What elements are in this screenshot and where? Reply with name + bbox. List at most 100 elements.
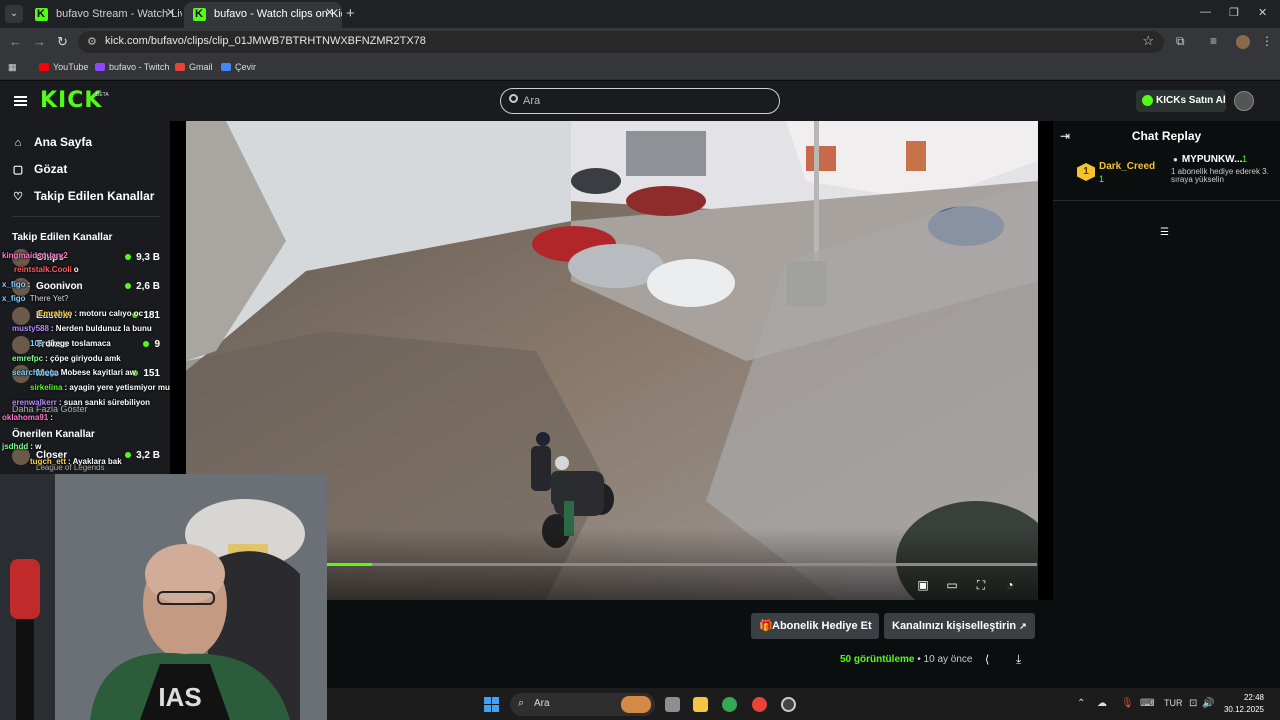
chat-header: ⇥ Chat Replay xyxy=(1053,121,1280,151)
view-count: 50 xyxy=(840,654,852,665)
overlay-msg: : w xyxy=(30,442,42,451)
kick-favicon-icon xyxy=(35,2,48,26)
miniplayer-icon[interactable]: ▣ xyxy=(916,578,930,592)
overlay-user: x_figo xyxy=(2,294,26,303)
media-icon[interactable]: ≡ xyxy=(1210,34,1217,48)
back-icon[interactable]: ← xyxy=(9,34,22,49)
overlay-user: erenwalkerr xyxy=(12,398,57,407)
view-label: görüntüleme xyxy=(853,654,915,665)
site-header: KICK BETA Ara KICKs Satın Al xyxy=(0,81,1280,121)
tab-close-icon[interactable]: ✕ xyxy=(166,6,175,19)
file-explorer-icon[interactable] xyxy=(693,697,708,712)
overlay-chat-line: Emrahyo: motoru calıyo oc xyxy=(38,309,143,318)
minimize-icon[interactable]: — xyxy=(1200,6,1211,18)
customize-channel-button[interactable]: Kanalınızı kişiselleştirin ↗ xyxy=(884,613,1035,639)
theater-mode-icon[interactable]: ▭ xyxy=(945,578,959,592)
network-icon[interactable]: ⊡ xyxy=(1189,698,1197,709)
bookmark-star-icon[interactable]: ☆ xyxy=(1142,33,1154,49)
gifter-name: Dark_Creed xyxy=(1099,161,1156,172)
tab-search-icon[interactable]: ⌄ xyxy=(5,5,23,23)
new-tab-icon[interactable]: + xyxy=(346,5,355,22)
overlay-user: emrefpc xyxy=(12,354,44,363)
task-view-icon[interactable] xyxy=(665,697,680,712)
kick-logo[interactable]: KICK xyxy=(40,88,102,113)
url-text: kick.com/bufavo/clips/clip_01JMWB7BTRHTN… xyxy=(105,35,426,47)
seek-bar[interactable] xyxy=(327,563,1037,566)
clip-stats: 50 görüntüleme • 10 ay önce xyxy=(840,654,972,665)
svg-text:IAS: IAS xyxy=(158,682,201,712)
bookmark-label: YouTube xyxy=(53,62,89,72)
language-indicator[interactable]: TUR xyxy=(1164,698,1183,708)
translate-icon xyxy=(221,63,231,71)
close-window-icon[interactable]: ✕ xyxy=(1258,6,1267,19)
windows-start-icon[interactable] xyxy=(484,697,499,712)
webcam-image: IAS xyxy=(0,474,327,720)
overlay-chat-line: erenwalkerr: suan sanki sürebiliyon xyxy=(12,398,150,407)
mic-icon[interactable]: 🎙 xyxy=(1121,698,1134,709)
url-field[interactable]: ⚙ kick.com/bufavo/clips/clip_01JMWB7BTRH… xyxy=(78,31,1164,53)
tray-chevron-icon[interactable]: ⌃ xyxy=(1077,698,1085,709)
taskbar-search-label: Ara xyxy=(534,698,550,709)
gift-count: 1 xyxy=(1099,174,1105,184)
overlay-msg: : Nerden buldunuz la bunu xyxy=(50,324,152,333)
forward-icon[interactable]: → xyxy=(33,34,46,49)
search-input[interactable]: Ara xyxy=(500,88,780,114)
playback-speed-icon[interactable]: ◔ xyxy=(1003,578,1017,592)
download-icon[interactable]: ⤓ xyxy=(1016,652,1021,667)
menu-kebab-icon[interactable]: ⋮ xyxy=(1261,34,1273,48)
chrome-icon[interactable] xyxy=(722,697,737,712)
seek-progress xyxy=(327,563,372,566)
overlay-msg: : Ayaklara bak xyxy=(68,457,122,466)
tray-app-icon[interactable]: ☁ xyxy=(1097,698,1107,709)
overlay-msg: o xyxy=(73,265,79,274)
keyboard-icon[interactable]: ⌨ xyxy=(1140,698,1154,709)
overlay-user: reintstalk.Cooli xyxy=(14,265,72,274)
fullscreen-icon[interactable]: ⛶ xyxy=(974,578,988,592)
volume-icon[interactable]: 🔊 xyxy=(1202,698,1214,709)
overlay-msg: : xyxy=(50,413,53,422)
gift-sub-button[interactable]: 🎁 Abonelik Hediye Et xyxy=(751,613,879,639)
search-placeholder: Ara xyxy=(523,95,541,107)
profile-avatar[interactable] xyxy=(1236,35,1250,49)
user-avatar[interactable] xyxy=(1234,91,1254,111)
extensions-icon[interactable]: ⧉ xyxy=(1176,34,1185,49)
apps-grid-icon[interactable]: ▦ xyxy=(8,62,17,73)
tab-close-icon[interactable]: ✕ xyxy=(325,6,334,19)
reload-icon[interactable]: ↻ xyxy=(57,34,68,50)
overlay-chat-line: tugch_ett: Ayaklara bak xyxy=(30,457,122,466)
overlay-user: jsdhdd xyxy=(2,442,29,451)
site-info-icon[interactable]: ⚙ xyxy=(87,35,97,48)
overlay-user: oklahoma91 xyxy=(2,413,49,422)
gift-sub-label: Abonelik Hediye Et xyxy=(772,620,872,632)
overlay-msg: Mobese kayitlari aw xyxy=(60,368,136,377)
share-icon[interactable]: ⟨ xyxy=(985,653,989,666)
gift-leaderboard: 1 Dark_Creed 1 MYPUNKW... 1 1 abonelik h… xyxy=(1053,151,1280,238)
system-clock[interactable]: 22:48 30.12.2025 xyxy=(1216,692,1264,716)
customize-label: Kanalınızı kişiselleştirin xyxy=(892,620,1017,632)
buy-kicks-button[interactable]: KICKs Satın Al xyxy=(1136,90,1226,112)
overlay-user: Emrahyo xyxy=(38,309,73,318)
taskbar-search[interactable]: ⌕ Ara xyxy=(510,693,655,716)
clock-date: 30.12.2025 xyxy=(1223,705,1264,714)
bookmark-gmail[interactable]: Gmail xyxy=(175,62,213,72)
bookmark-translate[interactable]: Çevir xyxy=(221,62,256,72)
gold-medal-icon: 1 xyxy=(1077,163,1095,181)
overlay-msg: : suan sanki sürebiliyon xyxy=(58,398,151,407)
clip-actions: 🎁 Abonelik Hediye Et Kanalınızı kişisell… xyxy=(327,600,1053,688)
overlay-chat-line: sirkelina: ayagin yere yetismiyor mu xyxy=(30,383,170,392)
tab-stream[interactable]: bufavo Stream - Watch Live on xyxy=(26,2,182,28)
chrome-active-icon[interactable] xyxy=(752,697,767,712)
overlay-chat: kingmaidsquary2 reintstalk.Cooli o x_figo… xyxy=(0,121,170,474)
maximize-icon[interactable]: ❐ xyxy=(1229,6,1239,19)
overlay-chat-line: reintstalk.Cooli o xyxy=(14,265,79,274)
overlay-chat-line: x_figo There Yet? xyxy=(2,294,69,303)
tab-clips[interactable]: bufavo - Watch clips on Kick xyxy=(184,2,342,28)
screen: ⌄ bufavo Stream - Watch Live on bufavo -… xyxy=(0,0,1280,720)
obs-icon[interactable] xyxy=(781,697,796,712)
bookmark-twitch[interactable]: bufavo - Twitch xyxy=(95,62,169,72)
bookmark-youtube[interactable]: YouTube xyxy=(39,62,88,72)
hamburger-menu-icon[interactable] xyxy=(14,96,27,106)
expand-leaderboard-icon[interactable]: ☰ xyxy=(1160,227,1169,238)
webcam-overlay: IAS xyxy=(0,474,327,720)
address-bar: ← → ↻ ⚙ kick.com/bufavo/clips/clip_01JMW… xyxy=(0,28,1280,56)
